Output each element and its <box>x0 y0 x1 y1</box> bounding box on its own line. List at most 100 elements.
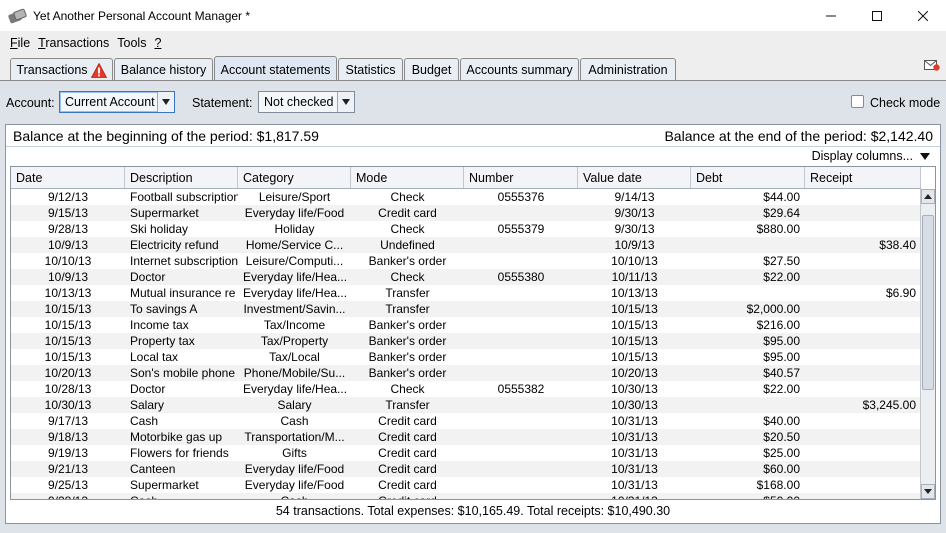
menu-tools[interactable]: Tools <box>117 36 146 50</box>
table-row[interactable]: 10/15/13 Local tax Tax/Local Banker's order… <box>11 349 921 365</box>
close-button[interactable] <box>900 0 946 31</box>
chevron-down-icon <box>337 92 354 112</box>
table-header: Date Description Category Mode Number Va… <box>11 167 921 189</box>
cell-mode: Credit card <box>378 206 437 220</box>
check-mode-label[interactable]: Check mode <box>870 96 940 110</box>
table-body: 9/12/13 Football subscription Leisure/Spor… <box>11 189 921 499</box>
column-header-debt[interactable]: Debt <box>691 167 805 188</box>
cell-category: Home/Service C... <box>245 238 344 252</box>
cell-description: Electricity refund <box>130 238 219 252</box>
maximize-icon <box>872 10 882 21</box>
column-header-mode[interactable]: Mode <box>351 167 464 188</box>
tab-budget[interactable]: Budget <box>404 58 459 81</box>
table-row[interactable]: 10/15/13 Property tax Tax/Property Banker's… <box>11 333 921 349</box>
cell-debt: $29.64 <box>763 206 800 220</box>
column-header-number[interactable]: Number <box>464 167 578 188</box>
balance-start: Balance at the beginning of the period: … <box>13 127 319 144</box>
cell-description: To savings A <box>130 302 198 316</box>
scrollbar-thumb[interactable] <box>922 215 934 390</box>
app-money-icon <box>7 7 28 24</box>
cell-mode: Banker's order <box>368 334 447 348</box>
table-row[interactable]: 10/20/13 Son's mobile phone Phone/Mobile/S… <box>11 365 921 381</box>
minimize-button[interactable] <box>808 0 854 31</box>
chevron-down-icon <box>157 92 174 112</box>
table-row[interactable]: 9/25/13 Supermarket Everyday life/Food Cred… <box>11 477 921 493</box>
cell-value-date: 10/30/13 <box>611 398 658 412</box>
cell-receipt <box>805 461 921 477</box>
column-header-category[interactable]: Category <box>238 167 351 188</box>
column-header-value-date[interactable]: Value date <box>578 167 691 188</box>
cell-debt: $22.00 <box>763 270 800 284</box>
table-row[interactable]: 9/28/13 Ski holiday Holiday Check 0555379 9/3… <box>11 221 921 237</box>
check-mode-checkbox[interactable] <box>851 95 864 108</box>
table-row[interactable]: 9/15/13 Supermarket Everyday life/Food Cred… <box>11 205 921 221</box>
tab-accounts-summary[interactable]: Accounts summary <box>460 58 579 81</box>
cell-number <box>464 413 578 429</box>
menu-help[interactable]: ? <box>154 36 161 50</box>
table-row[interactable]: 9/12/13 Football subscription Leisure/Spor… <box>11 189 921 205</box>
cell-description: Cash <box>125 493 238 499</box>
cell-date: 9/21/13 <box>47 462 89 476</box>
table-row[interactable]: 10/28/13 Doctor Everyday life/Hea... Check 0… <box>11 381 921 397</box>
display-columns-button[interactable]: Display columns... <box>812 149 930 163</box>
tab-balance-history[interactable]: Balance history <box>114 58 213 81</box>
column-header-date[interactable]: Date <box>11 167 125 188</box>
table-row[interactable]: 9/28/13CashCashCredit card10/31/13$50.00 <box>11 493 921 499</box>
cell-mode: Credit card <box>351 493 464 499</box>
table-row[interactable]: 10/9/13 Doctor Everyday life/Hea... Check 05… <box>11 269 921 285</box>
cell-receipt <box>805 477 921 493</box>
menu-file[interactable]: File <box>10 36 30 50</box>
account-select[interactable]: Current Account <box>59 91 175 113</box>
table-row[interactable]: 9/17/13 Cash Cash Credit card 10/31/13 $40.00 <box>11 413 921 429</box>
tab-transactions[interactable]: Transactions <box>10 58 113 81</box>
cell-value-date: 10/20/13 <box>611 366 658 380</box>
cell-debt <box>691 285 805 301</box>
table-row[interactable]: 10/9/13 Electricity refund Home/Service C.… <box>11 237 921 253</box>
column-header-receipt[interactable]: Receipt <box>805 167 921 188</box>
cell-value-date: 10/31/13 <box>611 430 658 444</box>
account-label: Account: <box>6 96 55 110</box>
minimize-icon <box>826 15 836 16</box>
vertical-scrollbar[interactable] <box>920 189 935 499</box>
table-row[interactable]: 10/15/13 To savings A Investment/Savin... T… <box>11 301 921 317</box>
menu-transactions[interactable]: Transactions <box>38 36 109 50</box>
tab-administration[interactable]: Administration <box>580 58 676 81</box>
cell-value-date: 10/10/13 <box>611 254 658 268</box>
table-row[interactable]: 10/30/13 Salary Salary Transfer 10/30/13 $3,2… <box>11 397 921 413</box>
table-row[interactable]: 10/15/13 Income tax Tax/Income Banker's ord… <box>11 317 921 333</box>
cell-receipt <box>805 189 921 205</box>
table-row[interactable]: 10/10/13 Internet subscription Leisure/Com… <box>11 253 921 269</box>
scroll-down-button[interactable] <box>921 484 935 499</box>
cell-debt: $40.00 <box>763 414 800 428</box>
maximize-button[interactable] <box>854 0 900 31</box>
column-header-description[interactable]: Description <box>125 167 238 188</box>
cell-mode: Transfer <box>385 398 430 412</box>
cell-receipt <box>805 445 921 461</box>
cell-receipt <box>805 221 921 237</box>
tab-account-statements[interactable]: Account statements <box>214 56 337 82</box>
cell-number <box>464 349 578 365</box>
cell-debt: $216.00 <box>756 318 800 332</box>
cell-number <box>464 285 578 301</box>
statement-select[interactable]: Not checked <box>258 91 355 113</box>
cell-mode: Transfer <box>385 302 430 316</box>
cell-value-date: 9/30/13 <box>614 206 655 220</box>
cell-date: 10/10/13 <box>44 254 92 268</box>
cell-debt: $44.00 <box>763 190 800 204</box>
table-row[interactable]: 9/18/13 Motorbike gas up Transportation/M.… <box>11 429 921 445</box>
cell-receipt <box>805 349 921 365</box>
cell-description: Football subscription <box>130 190 238 204</box>
chevron-down-icon <box>920 152 930 160</box>
table-row[interactable]: 9/21/13 Canteen Everyday life/Food Credit c… <box>11 461 921 477</box>
mail-alert-icon[interactable] <box>924 59 940 71</box>
cell-date: 9/12/13 <box>47 190 89 204</box>
window-title: Yet Another Personal Account Manager * <box>33 8 251 23</box>
cell-mode: Check <box>390 222 425 236</box>
table-row[interactable]: 10/13/13 Mutual insurance re Everyday life… <box>11 285 921 301</box>
cell-number: 0555380 <box>497 270 545 284</box>
cell-value-date: 10/15/13 <box>611 350 658 364</box>
table-row[interactable]: 9/19/13 Flowers for friends Gifts Credit ca… <box>11 445 921 461</box>
tab-statistics[interactable]: Statistics <box>338 58 403 81</box>
scroll-up-button[interactable] <box>921 189 935 204</box>
cell-value-date: 10/31/13 <box>611 462 658 476</box>
